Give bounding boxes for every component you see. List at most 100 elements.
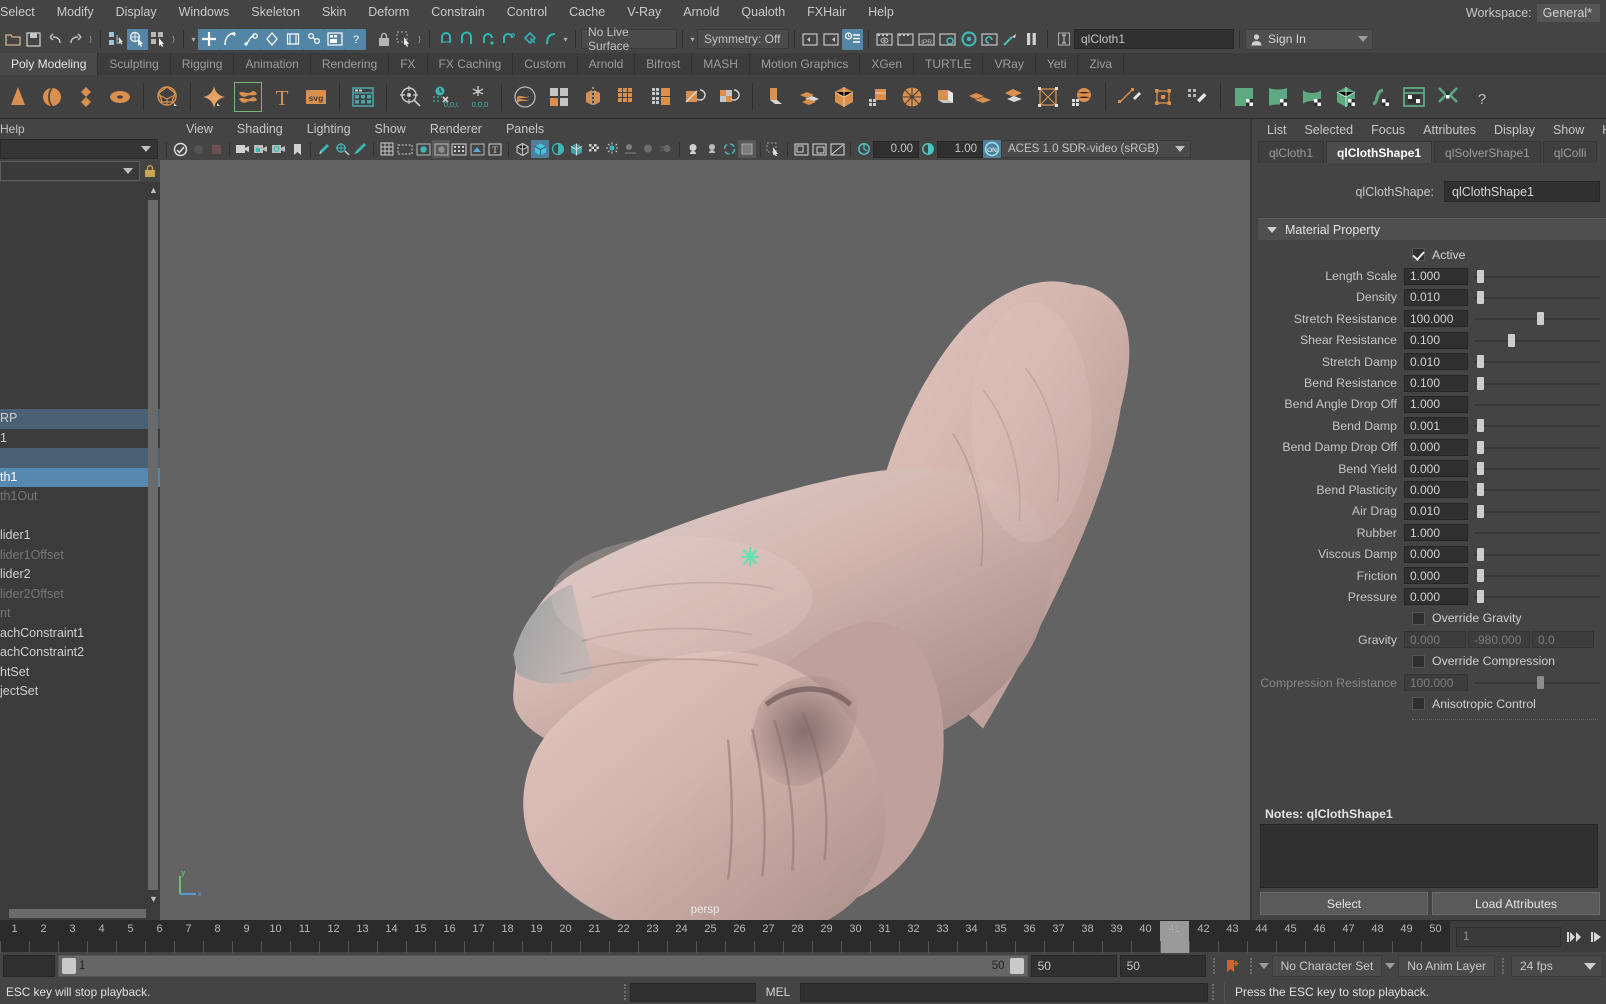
symmetry-caret[interactable]: ▾ xyxy=(688,29,697,49)
attr-input[interactable]: 0.000 xyxy=(1404,460,1468,478)
timeline-range-field[interactable]: 1 xyxy=(1456,926,1561,947)
snap-group-caret[interactable]: ▾ xyxy=(189,29,198,49)
scrollbar-thumb[interactable] xyxy=(148,200,158,890)
attr-input[interactable]: 0.001 xyxy=(1404,417,1468,435)
separate-mesh-icon[interactable] xyxy=(543,80,575,114)
hypershade-icon[interactable] xyxy=(958,29,979,50)
viewport-menu-lighting[interactable]: Lighting xyxy=(295,122,363,136)
ae-menu-selected[interactable]: Selected xyxy=(1295,123,1362,137)
render-view-icon[interactable] xyxy=(324,28,345,50)
shelf-tab-fx-caching[interactable]: FX Caching xyxy=(427,53,514,75)
attr-slider[interactable] xyxy=(1474,481,1600,498)
ae-menu-list[interactable]: List xyxy=(1258,123,1295,137)
menu-item-skeleton[interactable]: Skeleton xyxy=(240,0,311,25)
combine-mesh-icon[interactable] xyxy=(509,80,541,114)
ae-menu-show[interactable]: Show xyxy=(1544,123,1593,137)
sidebar-left-toggle-icon[interactable] xyxy=(800,29,821,50)
attr-slider[interactable] xyxy=(1474,353,1600,370)
texture-display-icon[interactable] xyxy=(450,140,468,158)
combine-cube-icon[interactable] xyxy=(828,80,860,114)
snap-view-plane-icon[interactable] xyxy=(282,28,303,50)
menu-item-constrain[interactable]: Constrain xyxy=(420,0,496,25)
xray-joints-icon[interactable] xyxy=(702,140,720,158)
shelf-tab-rigging[interactable]: Rigging xyxy=(170,53,235,75)
wireframe-shading-icon[interactable] xyxy=(513,140,531,158)
bevel-icon[interactable] xyxy=(930,80,962,114)
magnet-uv-icon[interactable] xyxy=(540,29,561,50)
gamma-field[interactable]: 1.00 xyxy=(937,140,983,158)
film-gate-icon[interactable] xyxy=(396,140,414,158)
timeline-ticks[interactable]: 41 1 2 3 4 5 6 7 8 9 10 11 12 13 14 15 16 17 18 19 20 21 22 23… xyxy=(0,921,1450,953)
lock-icon[interactable] xyxy=(373,29,394,50)
shelf-tab-animation[interactable]: Animation xyxy=(234,53,311,75)
attr-input[interactable]: 0.010 xyxy=(1404,502,1468,520)
outliner-filter-combo[interactable] xyxy=(0,139,158,159)
workspace-value[interactable]: General* xyxy=(1536,3,1600,22)
auto-key-icon[interactable] xyxy=(1222,956,1243,977)
attr-slider[interactable] xyxy=(1474,460,1600,477)
scroll-up-icon[interactable]: ▲ xyxy=(149,184,158,196)
sphere-paint-icon[interactable] xyxy=(1066,80,1098,114)
character-set-dropdown[interactable]: No Character Set xyxy=(1271,955,1383,977)
camera-attributes-icon[interactable] xyxy=(207,140,225,158)
texture-checker-icon[interactable] xyxy=(585,140,603,158)
shelf-tab-fx[interactable]: FX xyxy=(389,53,428,75)
outliner-search-combo[interactable] xyxy=(0,161,140,181)
target-weld-icon[interactable] xyxy=(1032,80,1064,114)
outliner-list[interactable]: RP 1 th1 th1Out lider1 lider1Offset lide… xyxy=(0,182,160,907)
grid-panel-icon[interactable] xyxy=(347,80,379,114)
attr-input[interactable]: 0.000 xyxy=(1404,481,1468,499)
open-scene-icon[interactable] xyxy=(2,29,23,50)
shelf-tab-arnold[interactable]: Arnold xyxy=(577,53,636,75)
pause-render-icon[interactable] xyxy=(1021,29,1042,50)
outliner-horizontal-scrollbar[interactable] xyxy=(0,907,160,920)
uv-spherical-icon[interactable] xyxy=(1296,80,1328,114)
attr-slider[interactable] xyxy=(1474,439,1600,456)
scrollbar-thumb-h[interactable] xyxy=(9,909,146,918)
menu-item-windows[interactable]: Windows xyxy=(168,0,241,25)
merge-vertices-icon[interactable] xyxy=(998,80,1030,114)
shelf-tab-motion-graphics[interactable]: Motion Graphics xyxy=(749,53,861,75)
attr-input[interactable]: 100.000 xyxy=(1404,310,1468,328)
select-mask-viewport-icon[interactable] xyxy=(765,140,783,158)
smooth-shade-all-icon[interactable] xyxy=(531,140,549,158)
text-overlay-icon[interactable]: T xyxy=(486,140,504,158)
snap-point-icon[interactable] xyxy=(240,28,261,50)
attr-input[interactable]: 1.000 xyxy=(1404,267,1468,285)
workspace-selector[interactable]: Workspace: General* xyxy=(1466,0,1600,25)
anim-layer-dropdown[interactable]: No Anim Layer xyxy=(1398,955,1495,977)
active-checkbox-row[interactable]: Active xyxy=(1252,244,1606,265)
mirror-geometry-icon[interactable] xyxy=(577,80,609,114)
live-surface-field[interactable]: No Live Surface xyxy=(581,25,677,53)
grid-toggle-icon[interactable] xyxy=(378,140,396,158)
viewport-menu-shading[interactable]: Shading xyxy=(225,122,295,136)
statusbar-collapse-1[interactable]: ⟩ xyxy=(86,29,95,49)
camera-bookmark-icon[interactable] xyxy=(288,140,306,158)
anim-layer-caret-icon[interactable] xyxy=(1385,963,1396,969)
menu-item-modify[interactable]: Modify xyxy=(46,0,105,25)
list-item[interactable]: lider2 xyxy=(0,565,160,585)
time-slider[interactable]: 41 1 2 3 4 5 6 7 8 9 10 11 12 13 14 15 16 17 18 19 20 21 22 23… xyxy=(0,920,1606,953)
toolbar-grip-3[interactable] xyxy=(1498,957,1508,975)
list-item[interactable] xyxy=(0,448,160,468)
pivot-snap-icon[interactable] xyxy=(394,80,426,114)
render-sequence-icon[interactable] xyxy=(895,29,916,50)
menu-item-cache[interactable]: Cache xyxy=(558,0,616,25)
magnet-grid-icon[interactable] xyxy=(435,29,456,50)
go-to-start-icon[interactable] xyxy=(1563,926,1584,947)
menu-item-qualoth[interactable]: Qualoth xyxy=(730,0,796,25)
bridge-icon[interactable] xyxy=(964,80,996,114)
multi-cut-icon[interactable] xyxy=(862,80,894,114)
anim-end-field[interactable]: 50 xyxy=(1030,955,1117,977)
range-slider[interactable]: 1 50 xyxy=(58,955,1028,977)
panel-layout-icon[interactable] xyxy=(810,140,828,158)
toolbar-grip-2[interactable] xyxy=(1246,957,1256,975)
snap-curve-icon[interactable] xyxy=(219,28,240,50)
shelf-tab-bifrost[interactable]: Bifrost xyxy=(635,53,693,75)
object-name-field[interactable]: qlCloth1 xyxy=(1074,29,1234,49)
toolbar-grip[interactable] xyxy=(1209,957,1219,975)
reset-transform-icon[interactable]: 0,0,0 xyxy=(428,80,460,114)
render-preview-icon[interactable] xyxy=(874,29,895,50)
magnet-point-icon[interactable] xyxy=(477,29,498,50)
ae-menu-focus[interactable]: Focus xyxy=(1362,123,1414,137)
